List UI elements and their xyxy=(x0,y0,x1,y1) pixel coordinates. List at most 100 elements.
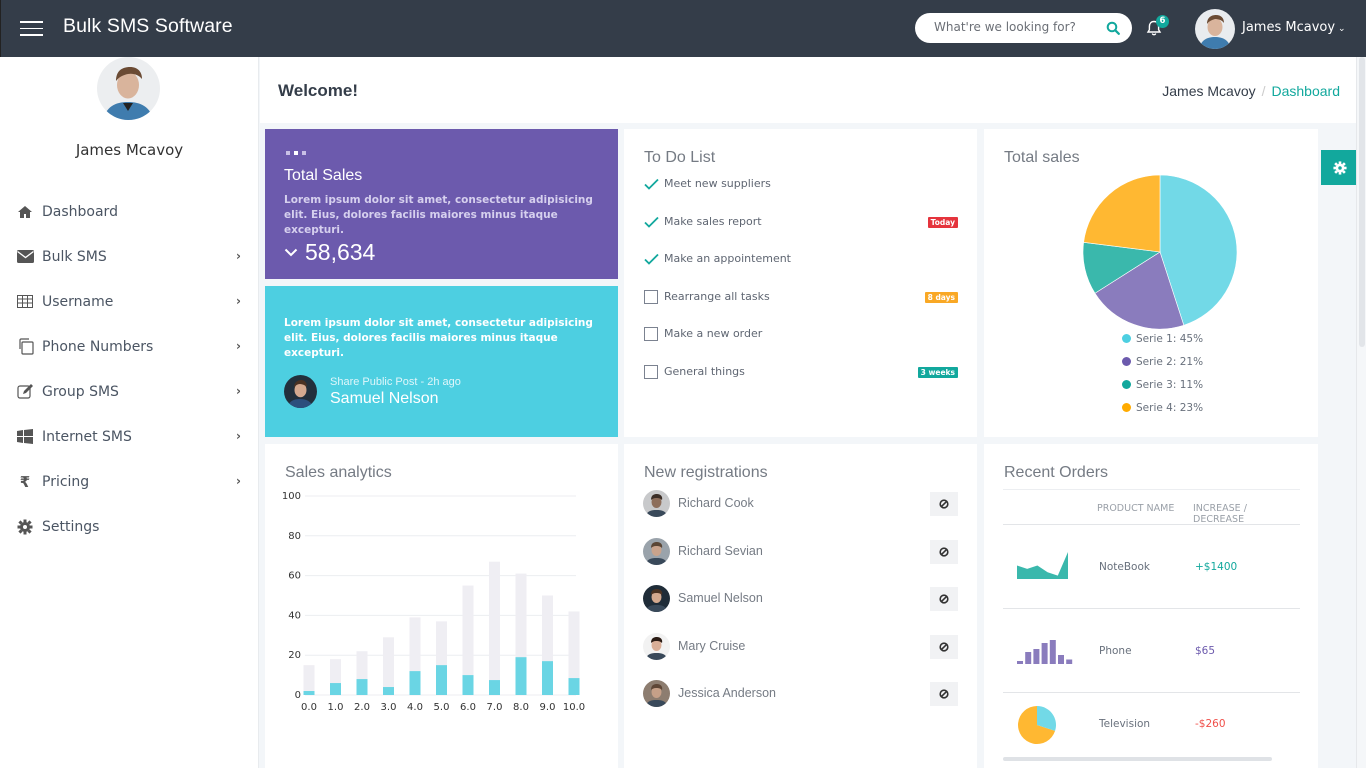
block-user-button[interactable] xyxy=(930,492,958,516)
registration-item: Richard Sevian xyxy=(643,537,958,586)
todo-text: Make an appointement xyxy=(664,252,791,265)
avatar xyxy=(643,585,670,612)
bar-series-b[interactable] xyxy=(356,679,368,695)
bar-series-b[interactable] xyxy=(542,661,553,695)
ban-icon xyxy=(939,689,949,699)
sparkline-bar xyxy=(1058,655,1064,664)
sidebar-item-settings[interactable]: Settings xyxy=(0,504,259,549)
total-sales-chart-card: Total sales Serie 1: 45% Serie 2: 21% Seri… xyxy=(984,129,1318,437)
y-tick-label: 40 xyxy=(288,610,301,621)
x-tick-label: 10.0 xyxy=(563,702,585,713)
pie-slice-serie-4[interactable] xyxy=(1083,174,1161,253)
registrant-name[interactable]: Mary Cruise xyxy=(678,633,745,660)
x-tick-label: 0.0 xyxy=(301,702,317,713)
checkmark-icon[interactable] xyxy=(644,252,659,267)
y-tick-label: 60 xyxy=(288,571,301,582)
legend-swatch xyxy=(1122,334,1131,343)
slider-dot-active[interactable] xyxy=(294,151,298,155)
sidebar-item-bulk-sms[interactable]: Bulk SMS › xyxy=(0,234,259,279)
checkbox[interactable] xyxy=(644,289,658,304)
chevron-right-icon: › xyxy=(236,474,241,488)
todo-item[interactable]: General things 3 weeks xyxy=(644,364,959,402)
scrollbar-thumb[interactable] xyxy=(1359,57,1365,347)
card-title: Total Sales xyxy=(284,167,363,184)
settings-panel-toggle[interactable] xyxy=(1321,150,1359,185)
breadcrumb-parent[interactable]: James Mcavoy xyxy=(1162,83,1255,99)
bar-series-b[interactable] xyxy=(409,671,421,695)
bar-series-b[interactable] xyxy=(303,691,315,695)
sidebar-item-dashboard[interactable]: Dashboard xyxy=(0,189,259,234)
card-title: To Do List xyxy=(644,149,716,166)
breadcrumb-current[interactable]: Dashboard xyxy=(1272,83,1341,99)
registrant-name[interactable]: Richard Cook xyxy=(678,490,754,517)
todo-due-badge: 8 days xyxy=(924,291,958,303)
checkbox[interactable] xyxy=(644,364,658,379)
todo-item[interactable]: Make a new order xyxy=(644,326,959,364)
sidebar-item-phone-numbers[interactable]: Phone Numbers › xyxy=(0,324,259,369)
sales-analytics-card: Sales analytics 0 20 40 60 80 100 0.0 1.0 2.0 3.0… xyxy=(265,444,618,768)
slider-dots[interactable] xyxy=(286,151,306,155)
sidebar-item-internet-sms[interactable]: Internet SMS › xyxy=(0,414,259,459)
todo-text: General things xyxy=(664,364,745,378)
todo-item[interactable]: Rearrange all tasks 8 days xyxy=(644,289,959,327)
registrant-name[interactable]: Samuel Nelson xyxy=(678,585,763,612)
horizontal-scrollbar[interactable] xyxy=(1003,757,1272,761)
registration-item: Mary Cruise xyxy=(643,632,958,681)
legend-swatch xyxy=(1122,380,1131,389)
sidebar-item-group-sms[interactable]: Group SMS › xyxy=(0,369,259,414)
slider-dot[interactable] xyxy=(286,151,290,155)
bar-series-a[interactable] xyxy=(489,561,500,695)
table-row[interactable]: Phone $65 xyxy=(1003,609,1300,693)
registration-item: Samuel Nelson xyxy=(643,585,958,633)
block-user-button[interactable] xyxy=(930,634,958,659)
block-user-button[interactable] xyxy=(930,539,958,564)
table-row[interactable]: Television -$260 xyxy=(1003,693,1300,757)
table-row[interactable]: NoteBook +$1400 xyxy=(1003,525,1300,609)
vertical-scrollbar[interactable] xyxy=(1356,57,1366,768)
slider-dot[interactable] xyxy=(302,151,306,155)
total-sales-pie-chart xyxy=(1082,174,1238,330)
checkmark-icon[interactable] xyxy=(644,177,659,192)
sidebar: James Mcavoy Dashboard Bulk SMS › Userna… xyxy=(0,57,259,768)
legend-label: Serie 2: 21% xyxy=(1136,355,1204,368)
user-avatar[interactable] xyxy=(1195,9,1235,49)
bar-series-b[interactable] xyxy=(462,675,474,695)
checkmark-icon[interactable] xyxy=(644,215,659,230)
bar-series-a[interactable] xyxy=(303,665,315,695)
registration-item: Richard Cook xyxy=(643,490,958,538)
todo-item[interactable]: Meet new suppliers xyxy=(644,176,959,214)
checkbox[interactable] xyxy=(644,327,658,341)
menu-toggle-icon[interactable] xyxy=(20,21,43,36)
sidebar-item-pricing[interactable]: ₹ Pricing › xyxy=(0,459,259,504)
search-icon[interactable] xyxy=(1106,21,1120,35)
bar-series-b[interactable] xyxy=(489,680,500,695)
chevron-down-icon: ⌄ xyxy=(1338,24,1346,34)
todo-text: Make a new order xyxy=(664,327,763,340)
registrant-name[interactable]: Jessica Anderson xyxy=(678,680,776,707)
sidebar-avatar xyxy=(97,57,160,120)
todo-item[interactable]: Make sales report Today xyxy=(644,214,959,252)
page-header: Welcome! James Mcavoy / Dashboard xyxy=(260,57,1356,123)
x-tick-label: 2.0 xyxy=(354,702,370,713)
author-avatar xyxy=(284,375,317,408)
sidebar-item-username[interactable]: Username › xyxy=(0,279,259,324)
legend-item: Serie 1: 45% xyxy=(1122,327,1203,350)
bar-series-a[interactable] xyxy=(383,637,394,695)
bar-series-b[interactable] xyxy=(330,683,341,695)
recent-orders-card: Recent Orders PRODUCT NAME INCREASE / DE… xyxy=(984,444,1318,768)
bar-series-b[interactable] xyxy=(568,678,580,695)
registrant-name[interactable]: Richard Sevian xyxy=(678,538,763,565)
card-title: Total sales xyxy=(1004,149,1080,166)
todo-item[interactable]: Make an appointement xyxy=(644,251,959,289)
product-name: Television xyxy=(1099,718,1151,730)
bar-series-b[interactable] xyxy=(436,665,447,695)
sidebar-item-label: Settings xyxy=(42,518,100,535)
user-menu[interactable]: James Mcavoy ⌄ xyxy=(1242,20,1346,35)
bar-series-b[interactable] xyxy=(383,687,394,695)
ban-icon xyxy=(939,641,949,652)
search-input[interactable] xyxy=(934,20,1094,34)
block-user-button[interactable] xyxy=(930,682,958,706)
post-author[interactable]: Samuel Nelson xyxy=(330,390,439,408)
block-user-button[interactable] xyxy=(930,587,958,611)
bar-series-b[interactable] xyxy=(515,657,527,695)
